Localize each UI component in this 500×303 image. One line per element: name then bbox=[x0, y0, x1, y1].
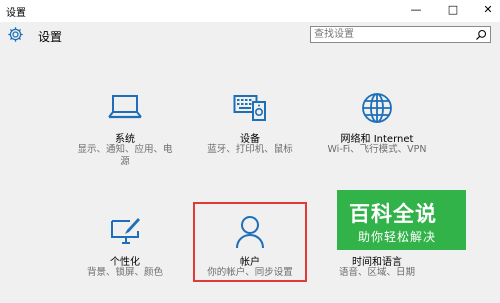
tile-system[interactable]: 系统 显示、通知、应用、电 源 bbox=[70, 90, 180, 180]
tile-network-name: 网络和 Internet bbox=[340, 134, 414, 145]
watermark-title: 百科全说 bbox=[349, 202, 437, 226]
tile-personalization-desc: 背景、锁屏、颜色 bbox=[86, 267, 163, 278]
tile-personalization-name: 个性化 bbox=[110, 257, 140, 268]
highlight-box bbox=[193, 202, 307, 282]
globe-icon bbox=[362, 93, 392, 123]
title-bar: 设置 — □ ✕ bbox=[0, 0, 500, 22]
search-box[interactable] bbox=[310, 26, 491, 43]
tile-personalization[interactable]: 个性化 背景、锁屏、颜色 bbox=[70, 213, 180, 303]
devices-icon bbox=[233, 95, 266, 121]
search-icon[interactable] bbox=[475, 29, 487, 41]
search-input[interactable] bbox=[314, 28, 474, 41]
close-button[interactable]: ✕ bbox=[482, 2, 494, 18]
tile-network[interactable]: 网络和 Internet Wi-Fi、飞行模式、VPN bbox=[322, 90, 432, 180]
tile-devices-desc: 蓝牙、打印机、鼠标 bbox=[207, 144, 293, 155]
tile-time-language-desc: 语音、区域、日期 bbox=[338, 267, 415, 278]
watermark-logo: 百科全说 助你轻松解决 bbox=[337, 190, 466, 250]
minimize-button[interactable]: — bbox=[410, 2, 422, 18]
window-title: 设置 bbox=[6, 8, 26, 19]
gear-icon bbox=[8, 27, 23, 42]
laptop-icon bbox=[108, 95, 142, 119]
watermark-subtitle: 助你轻松解决 bbox=[358, 230, 437, 244]
maximize-button[interactable]: □ bbox=[447, 2, 459, 18]
page-title: 设置 bbox=[38, 30, 63, 44]
tile-time-language-name: 时间和语言 bbox=[352, 257, 402, 268]
personalization-icon bbox=[111, 218, 140, 244]
tile-network-desc: Wi-Fi、飞行模式、VPN bbox=[327, 144, 427, 155]
tile-devices-name: 设备 bbox=[240, 134, 260, 145]
tile-system-name: 系统 bbox=[115, 134, 135, 145]
tile-system-desc: 显示、通知、应用、电 源 bbox=[77, 144, 173, 167]
tile-devices[interactable]: 设备 蓝牙、打印机、鼠标 bbox=[195, 90, 305, 180]
